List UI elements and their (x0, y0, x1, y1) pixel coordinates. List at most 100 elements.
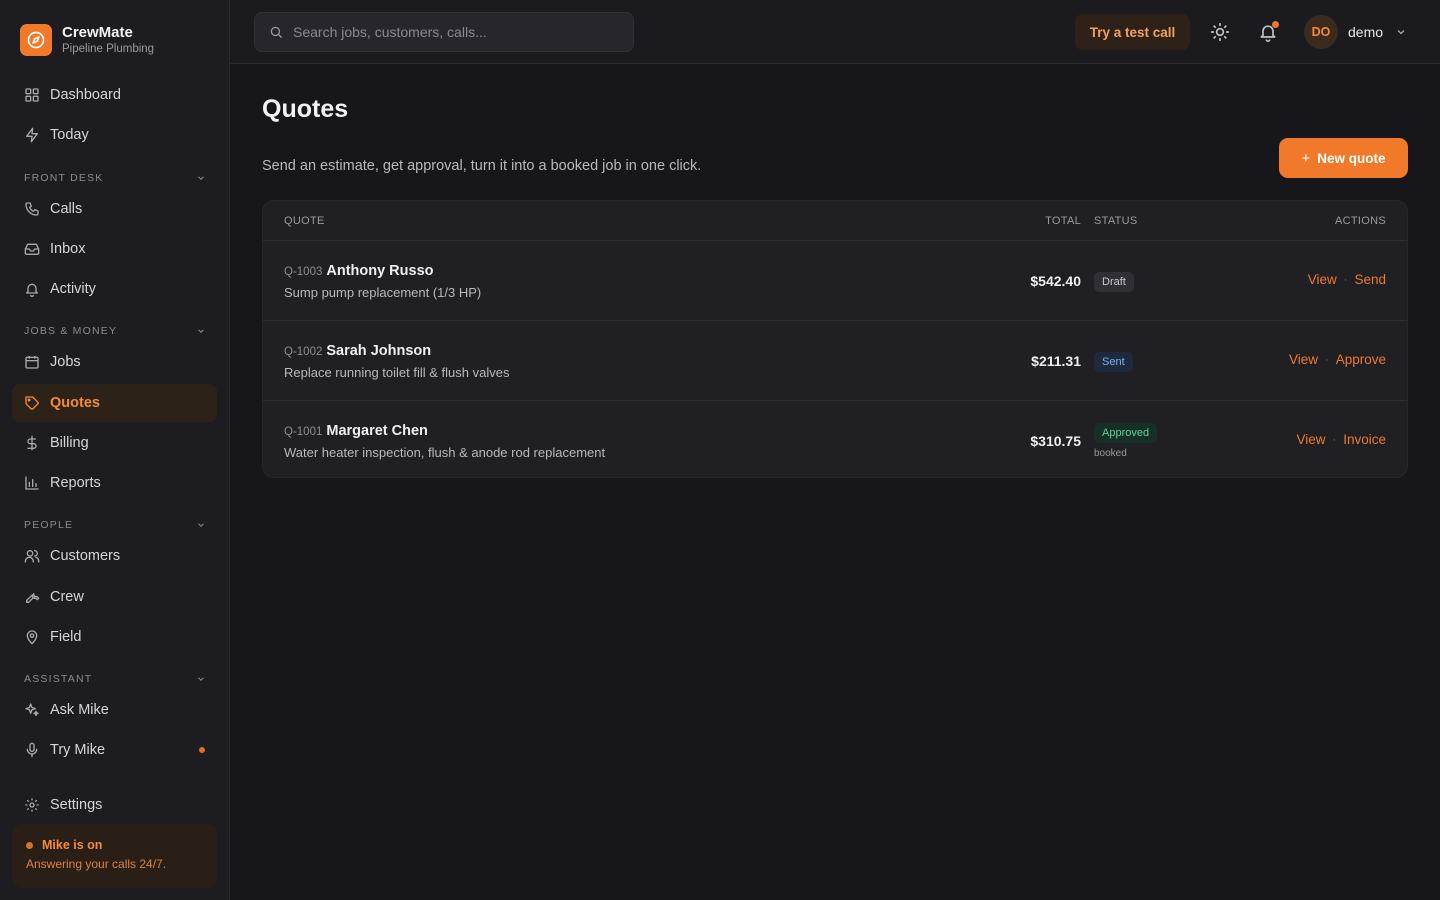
customer-name[interactable]: Margaret Chen (326, 423, 428, 439)
wrench-icon (24, 589, 40, 605)
sidebar-item-crew[interactable]: Crew (12, 578, 217, 616)
sidebar-item-jobs[interactable]: Jobs (12, 343, 217, 381)
sidebar-item-label: Jobs (50, 354, 81, 370)
view-link[interactable]: View (1289, 352, 1318, 367)
users-icon (24, 548, 40, 564)
separator: · (1343, 273, 1348, 286)
new-quote-button[interactable]: + New quote (1279, 138, 1408, 178)
sidebar-item-inbox[interactable]: Inbox (12, 230, 217, 268)
quote-total: $542.40 (1030, 273, 1081, 289)
separator: · (1325, 353, 1329, 366)
approve-link[interactable]: Approve (1336, 352, 1386, 367)
notification-badge (1272, 21, 1279, 28)
sidebar-item-ask-mike[interactable]: Ask Mike (12, 691, 217, 729)
sidebar-item-customers[interactable]: Customers (12, 537, 217, 575)
sidebar-item-reports[interactable]: Reports (12, 464, 217, 502)
chevron-down-icon (196, 520, 206, 530)
user-menu[interactable]: DO demo (1304, 15, 1407, 49)
quotes-table: QUOTE TOTAL STATUS ACTIONS Q-1003 Anthon… (262, 200, 1408, 478)
sidebar-item-settings[interactable]: Settings (12, 786, 217, 824)
sidebar-item-today[interactable]: Today (12, 116, 217, 154)
view-link[interactable]: View (1308, 272, 1337, 287)
column-status[interactable]: STATUS (1094, 215, 1138, 227)
brand[interactable]: CrewMate Pipeline Plumbing (20, 24, 154, 56)
brand-subtitle: Pipeline Plumbing (62, 43, 155, 55)
sidebar-item-label: Settings (50, 797, 103, 813)
section-assistant[interactable]: ASSISTANT (24, 672, 206, 686)
sidebar-item-field[interactable]: Field (12, 618, 217, 656)
quote-total: $310.75 (1030, 433, 1081, 449)
sidebar-item-label: Customers (50, 548, 121, 564)
calendar-icon (24, 354, 40, 370)
booked-note: booked (1094, 448, 1127, 459)
quote-id: Q-1003 (284, 266, 323, 278)
column-quote[interactable]: QUOTE (284, 215, 325, 227)
section-jobs-money[interactable]: JOBS & MONEY (24, 324, 206, 338)
section-label: ASSISTANT (24, 673, 93, 685)
sidebar-item-try-mike[interactable]: Try Mike (12, 731, 217, 769)
bell-icon (24, 281, 40, 297)
user-name: demo (1348, 24, 1384, 40)
gear-icon (24, 797, 40, 813)
row-actions: View · Send (1308, 272, 1386, 287)
sidebar-item-calls[interactable]: Calls (12, 190, 217, 228)
phone-icon (24, 201, 40, 217)
chevron-down-icon (196, 326, 206, 336)
separator: · (1332, 433, 1337, 446)
chevron-down-icon (1395, 26, 1407, 38)
view-link[interactable]: View (1297, 432, 1326, 447)
quote-id: Q-1001 (284, 426, 323, 438)
sidebar-item-label: Calls (50, 201, 83, 217)
chevron-down-icon (196, 173, 206, 183)
mic-icon (24, 742, 40, 758)
row-actions: View · Approve (1289, 352, 1386, 367)
column-total[interactable]: TOTAL (1045, 215, 1081, 227)
quote-description: Replace running toilet fill & flush valv… (284, 365, 510, 380)
invoice-link[interactable]: Invoice (1343, 432, 1386, 447)
table-header: QUOTE TOTAL STATUS ACTIONS (263, 201, 1407, 241)
grid-icon (24, 87, 40, 103)
mike-status-card: Mike is on Answering your calls 24/7. (12, 824, 217, 888)
customer-name[interactable]: Anthony Russo (326, 263, 433, 279)
sidebar-item-activity[interactable]: Activity (12, 270, 217, 308)
chevron-down-icon (196, 674, 206, 684)
quote-total: $211.31 (1031, 353, 1081, 369)
search-box[interactable] (254, 12, 634, 52)
mike-status-subtitle: Answering your calls 24/7. (26, 857, 167, 871)
notifications-icon[interactable] (1258, 21, 1279, 42)
search-input[interactable] (293, 24, 613, 40)
search-icon (269, 25, 283, 39)
tag-icon (24, 395, 40, 411)
status-badge: Draft (1094, 272, 1134, 292)
row-actions: View · Invoice (1297, 432, 1386, 447)
sparkles-icon (24, 702, 40, 718)
sidebar-item-label: Inbox (50, 241, 86, 257)
sidebar-item-dashboard[interactable]: Dashboard (12, 76, 217, 114)
sidebar-item-billing[interactable]: Billing (12, 424, 217, 462)
table-row[interactable]: Q-1001 Margaret Chen Water heater inspec… (263, 401, 1407, 477)
table-row[interactable]: Q-1002 Sarah Johnson Replace running toi… (263, 321, 1407, 401)
sidebar: CrewMate Pipeline Plumbing Dashboard Tod… (0, 0, 230, 900)
page-title: Quotes (262, 95, 349, 123)
customer-name[interactable]: Sarah Johnson (326, 343, 431, 359)
sidebar-item-quotes[interactable]: Quotes (12, 384, 217, 422)
status-dot (199, 747, 205, 753)
section-front-desk[interactable]: FRONT DESK (24, 171, 206, 185)
sun-icon[interactable] (1210, 22, 1230, 42)
sidebar-item-label: Dashboard (50, 87, 121, 103)
brand-name: CrewMate (62, 24, 133, 41)
section-people[interactable]: PEOPLE (24, 518, 206, 532)
sidebar-item-label: Field (50, 629, 82, 645)
section-label: FRONT DESK (24, 172, 104, 184)
topbar: Try a test call DO demo (230, 0, 1440, 64)
table-row[interactable]: Q-1003 Anthony Russo Sump pump replaceme… (263, 241, 1407, 321)
sidebar-item-label: Today (50, 127, 89, 143)
try-test-call-button[interactable]: Try a test call (1075, 14, 1190, 50)
send-link[interactable]: Send (1354, 272, 1386, 287)
sidebar-item-label: Quotes (50, 395, 100, 411)
compass-icon (20, 24, 52, 56)
sidebar-item-label: Reports (50, 475, 101, 491)
sidebar-item-label: Ask Mike (50, 702, 109, 718)
status-dot (26, 841, 33, 849)
section-label: JOBS & MONEY (24, 325, 118, 337)
